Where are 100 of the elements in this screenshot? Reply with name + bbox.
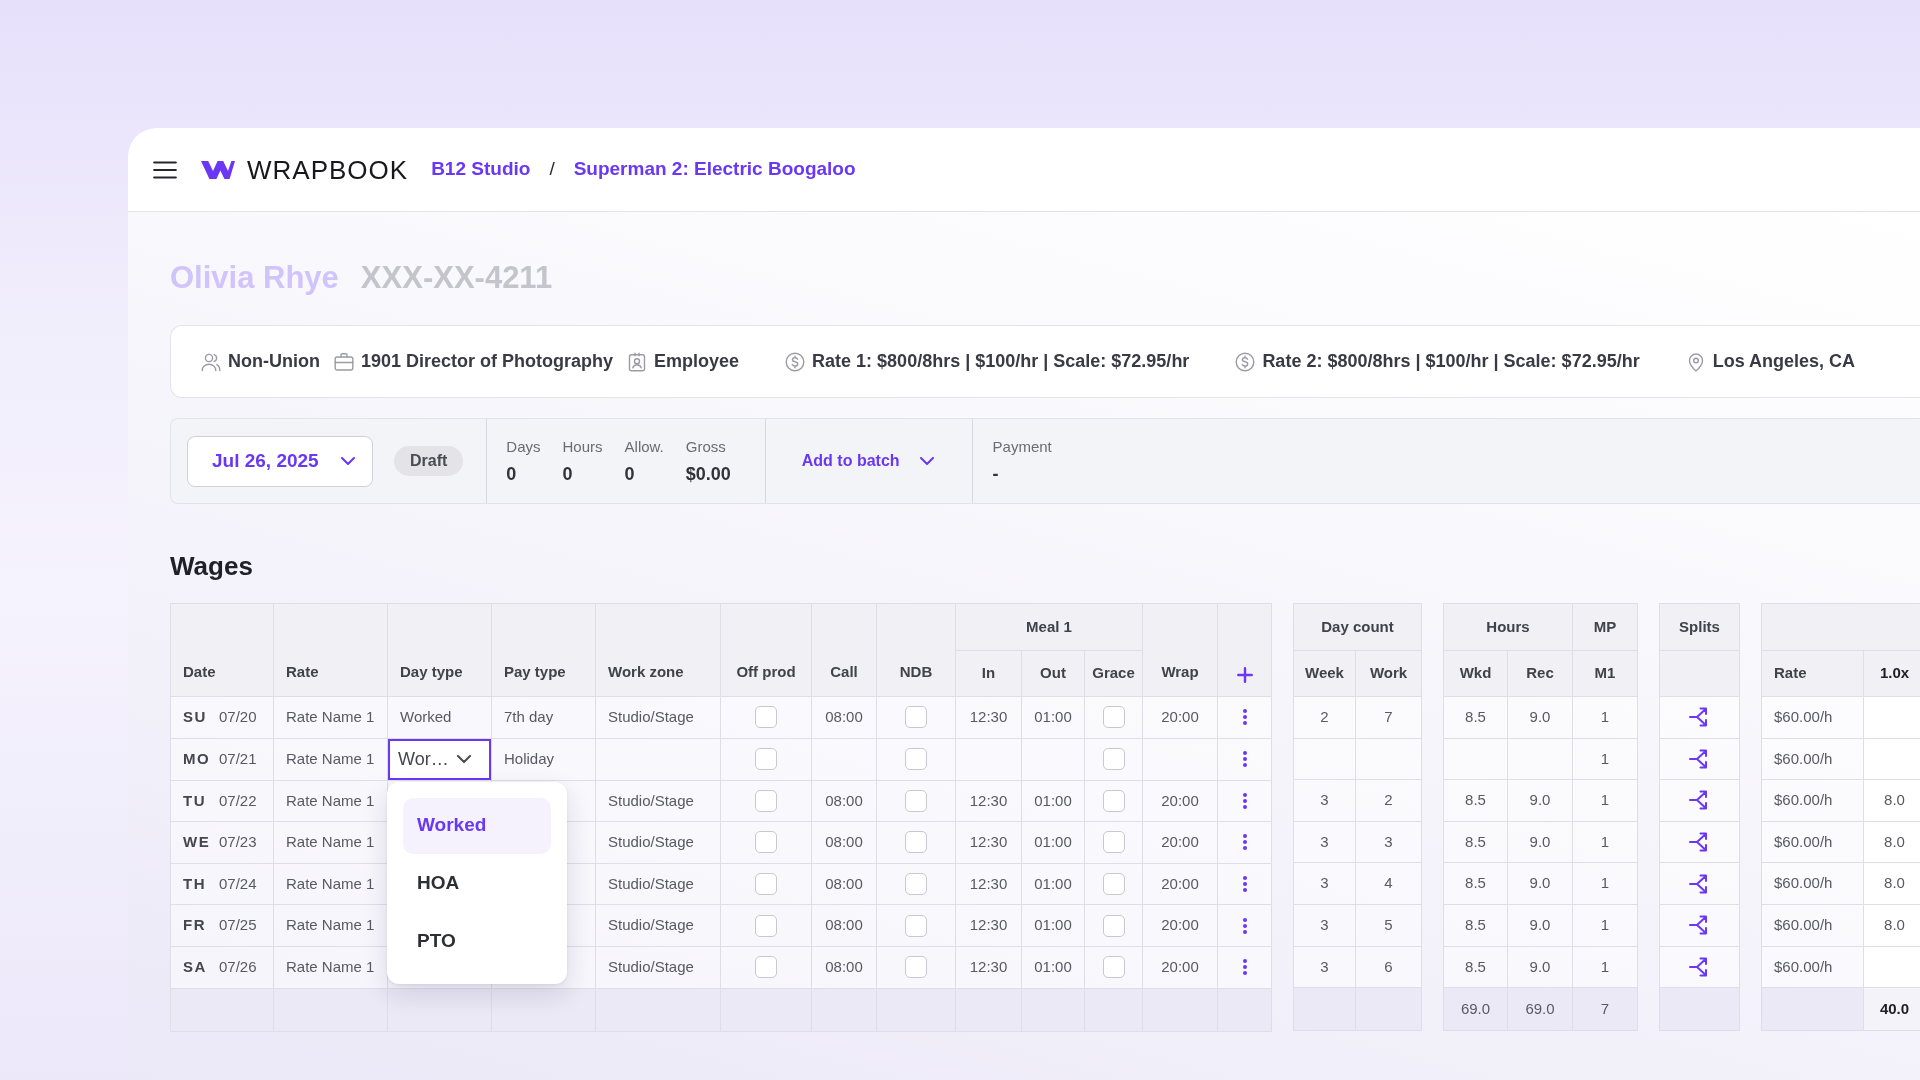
- weekday-label: MO: [183, 748, 212, 769]
- briefcase-icon: [333, 351, 354, 372]
- table-cell: Holiday: [491, 738, 596, 781]
- checkbox[interactable]: [1102, 789, 1125, 812]
- stat-value: 0: [624, 462, 636, 486]
- checkbox[interactable]: [1102, 956, 1125, 979]
- checkbox[interactable]: [1102, 873, 1125, 896]
- date-text: 07/20: [219, 708, 257, 726]
- table-cell: 1: [1572, 821, 1638, 863]
- table-cell: Rate Name 1: [273, 946, 388, 989]
- table-cell: 8.0: [1863, 862, 1920, 905]
- table-cell: 3: [1293, 946, 1356, 988]
- checkbox[interactable]: [755, 748, 777, 771]
- table-cell: 08:00: [811, 821, 877, 864]
- more-options-icon[interactable]: [1242, 709, 1247, 726]
- table-cell: 8.0: [1863, 904, 1920, 947]
- breadcrumb-link[interactable]: Superman 2: Electric Boogaloo: [573, 155, 856, 184]
- table-cell: 20:00: [1142, 946, 1218, 989]
- table-cell: 3: [1355, 821, 1422, 863]
- weekday-label: TU: [183, 790, 207, 811]
- dropdown-option[interactable]: PTO: [403, 913, 551, 970]
- menu-icon[interactable]: [153, 160, 177, 179]
- table-cell: Rate Name 1: [273, 821, 388, 864]
- checkbox[interactable]: [905, 873, 927, 896]
- add-icon[interactable]: [1236, 667, 1253, 683]
- column-group-header: Day count: [1293, 603, 1422, 651]
- table-cell: 12:30: [955, 821, 1022, 864]
- checkbox[interactable]: [905, 789, 927, 812]
- checkbox[interactable]: [905, 706, 927, 729]
- table-cell: 20:00: [1142, 821, 1218, 864]
- more-options-icon[interactable]: [1242, 792, 1247, 809]
- table-cell: 12:30: [955, 863, 1022, 905]
- breadcrumb-link[interactable]: B12 Studio: [431, 155, 531, 184]
- dropdown-option[interactable]: HOA: [403, 855, 551, 912]
- dollar-circle-icon: [785, 351, 806, 372]
- column-header: Grace: [1084, 650, 1143, 697]
- table-cell: [955, 738, 1022, 781]
- table-cell: Studio/Stage: [595, 780, 721, 822]
- table-cell: 9.0: [1507, 696, 1573, 739]
- checkbox[interactable]: [755, 831, 777, 854]
- table-cell: Studio/Stage: [595, 696, 721, 739]
- more-options-icon[interactable]: [1242, 876, 1247, 893]
- checkbox[interactable]: [905, 914, 927, 937]
- table-cell: 08:00: [811, 863, 877, 905]
- add-to-batch-button[interactable]: Add to batch: [801, 449, 934, 473]
- checkbox[interactable]: [905, 831, 927, 854]
- checkbox[interactable]: [1102, 914, 1125, 937]
- table-cell: 69.0: [1507, 987, 1573, 1031]
- date-text: 07/25: [219, 916, 257, 934]
- table-cell: 08:00: [811, 780, 877, 822]
- table-cell: 8.5: [1443, 821, 1508, 863]
- column-header: Work: [1355, 650, 1422, 697]
- table-cell: 08:00: [811, 696, 877, 739]
- column-header: Out: [1021, 650, 1085, 697]
- column-header: Rate: [273, 603, 388, 697]
- column-header: Wkd: [1443, 650, 1508, 697]
- table-cell: Rate Name 1: [273, 738, 388, 781]
- checkbox[interactable]: [905, 748, 927, 771]
- stat-label: Allow.: [624, 436, 664, 457]
- checkbox[interactable]: [755, 706, 777, 729]
- table-cell: [1021, 738, 1085, 781]
- table-cell: 9.0: [1507, 904, 1573, 947]
- table-cell: Rate Name 1: [273, 904, 388, 947]
- table-cell: Studio/Stage: [595, 821, 721, 864]
- checkbox[interactable]: [1102, 831, 1125, 854]
- weekday-label: SA: [183, 957, 208, 977]
- dropdown-option[interactable]: Worked: [403, 797, 551, 854]
- more-options-icon[interactable]: [1242, 751, 1247, 768]
- stat-value: 0: [506, 462, 518, 486]
- checkbox[interactable]: [905, 956, 927, 979]
- table-cell: 20:00: [1142, 863, 1218, 905]
- table-cell: 1: [1572, 696, 1638, 739]
- column-header: Rate: [1761, 650, 1864, 697]
- checkbox[interactable]: [755, 789, 777, 812]
- checkbox[interactable]: [1102, 748, 1125, 771]
- table-cell: [1021, 988, 1085, 1032]
- table-cell: 01:00: [1021, 821, 1085, 864]
- table-cell: 9.0: [1507, 862, 1573, 905]
- table-cell: $60.00/h: [1761, 862, 1864, 905]
- table-cell: 12:30: [955, 780, 1022, 822]
- payment-value: -: [992, 462, 1000, 486]
- table-cell: 08:00: [811, 904, 877, 947]
- column-header: Rec: [1507, 650, 1573, 697]
- checkbox[interactable]: [1102, 706, 1125, 729]
- table-cell: 7: [1572, 987, 1638, 1031]
- more-options-icon[interactable]: [1242, 834, 1247, 851]
- checkbox[interactable]: [755, 873, 777, 896]
- column-header: M1: [1572, 650, 1638, 697]
- checkbox[interactable]: [755, 956, 777, 979]
- more-options-icon[interactable]: [1242, 959, 1247, 976]
- status-tag: Draft: [394, 446, 464, 476]
- more-options-icon[interactable]: [1242, 917, 1247, 934]
- checkbox[interactable]: [755, 914, 777, 937]
- table-cell: $60.00/h: [1761, 904, 1864, 947]
- date-picker-button[interactable]: Jul 26, 2025: [187, 435, 373, 487]
- caret-icon: [919, 457, 934, 465]
- date-text: 07/21: [219, 749, 257, 767]
- column-header: Week: [1293, 650, 1356, 697]
- table-cell: Studio/Stage: [595, 863, 721, 905]
- day-type-select[interactable]: Wor…: [388, 738, 491, 780]
